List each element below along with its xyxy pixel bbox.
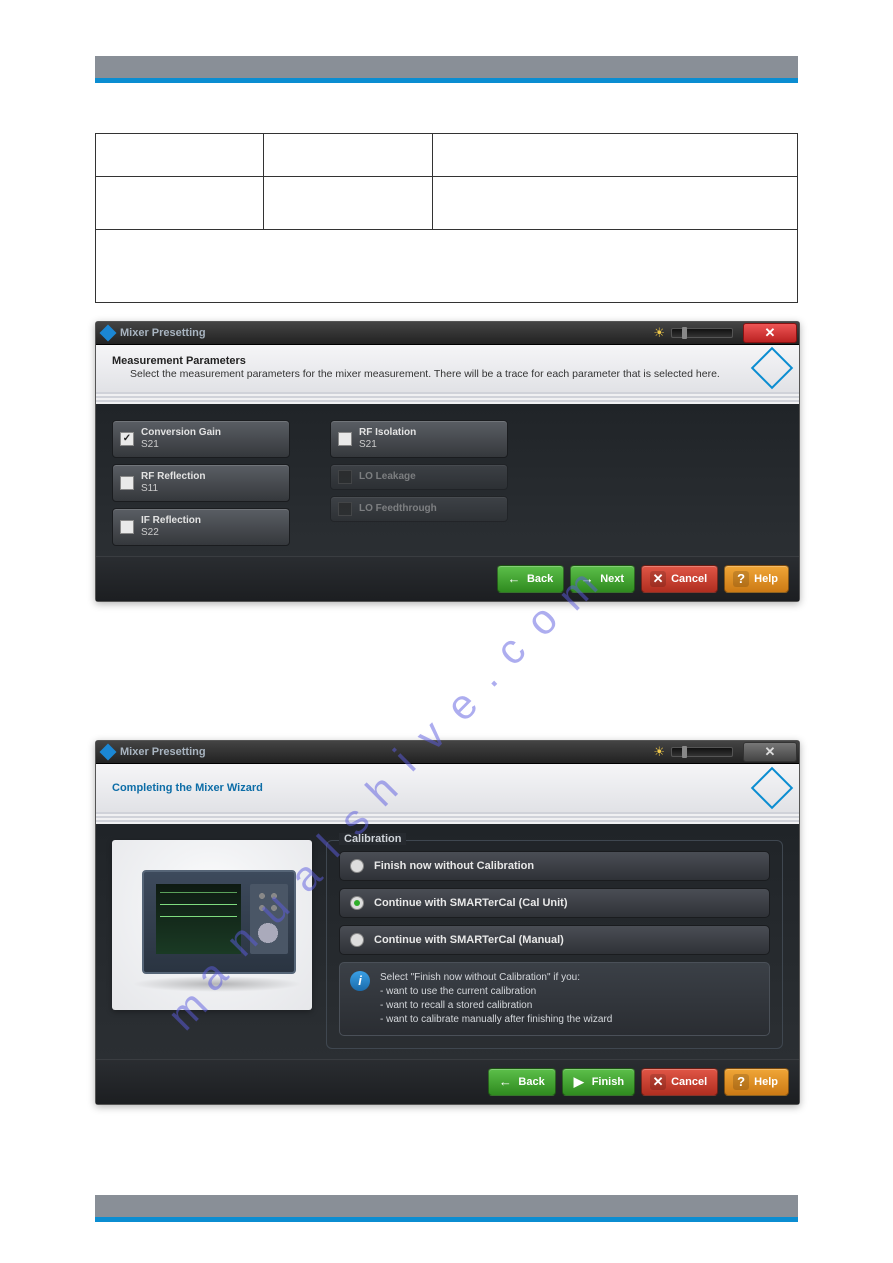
arrow-left-icon: ← <box>506 571 522 587</box>
cancel-button[interactable]: ✕ Cancel <box>641 565 718 593</box>
cancel-icon: ✕ <box>650 1074 666 1090</box>
param-sublabel: S21 <box>141 439 281 451</box>
close-icon: ✕ <box>765 744 776 760</box>
param-label: RF Isolation <box>359 427 499 439</box>
group-legend: Calibration <box>339 833 406 845</box>
mixer-presetting-dialog-1: Mixer Presetting ☀ ✕ Measurement Paramet… <box>95 321 800 602</box>
cancel-button[interactable]: ✕ Cancel <box>641 1068 718 1096</box>
param-toggle[interactable]: ✓ Conversion GainS21 <box>112 420 290 458</box>
dialog-body: ✓Conversion GainS21RF ReflectionS11IF Re… <box>96 404 799 556</box>
header-stripes <box>96 392 799 404</box>
close-button[interactable]: ✕ <box>743 323 797 343</box>
dialog-title: Mixer Presetting <box>120 327 206 339</box>
mixer-presetting-dialog-2: Mixer Presetting ☀ ✕ Completing the Mixe… <box>95 740 800 1105</box>
info-text: Select "Finish now without Calibration" … <box>380 971 612 1027</box>
option-label: Continue with SMARTerCal (Cal Unit) <box>374 897 568 909</box>
param-toggle[interactable]: RF IsolationS21 <box>330 420 508 458</box>
brightness-icon: ☀ <box>653 744 665 760</box>
arrow-left-icon: ← <box>497 1074 513 1090</box>
dialog-titlebar: Mixer Presetting ☀ ✕ <box>96 322 799 345</box>
header-stripes <box>96 812 799 824</box>
dialog-title: Mixer Presetting <box>120 746 206 758</box>
param-toggle: LO Leakage <box>330 464 508 490</box>
dialog-body: Calibration Finish now without Calibrati… <box>96 824 799 1059</box>
header-bar <box>95 56 798 78</box>
info-icon: i <box>350 971 370 991</box>
radio[interactable] <box>350 859 364 873</box>
brightness-slider[interactable] <box>671 747 733 757</box>
next-button[interactable]: → Next <box>570 565 635 593</box>
param-label: LO Feedthrough <box>359 503 499 515</box>
cancel-label: Cancel <box>671 1076 707 1088</box>
rs-logo <box>757 773 787 803</box>
param-toggle[interactable]: IF ReflectionS22 <box>112 508 290 546</box>
header-heading: Measurement Parameters <box>112 355 783 367</box>
dialog-footer: ← Back ▶ Finish ✕ Cancel ? Help <box>96 1059 799 1104</box>
param-label: LO Leakage <box>359 471 499 483</box>
checkbox[interactable] <box>120 476 134 490</box>
param-toggle: LO Feedthrough <box>330 496 508 522</box>
option-label: Continue with SMARTerCal (Manual) <box>374 934 564 946</box>
back-button[interactable]: ← Back <box>497 565 564 593</box>
checkbox[interactable] <box>120 520 134 534</box>
layout-table <box>95 133 798 303</box>
info-item: - want to use the current calibration <box>380 985 612 999</box>
finish-label: Finish <box>592 1076 624 1088</box>
brightness-slider[interactable] <box>671 328 733 338</box>
info-item: - want to recall a stored calibration <box>380 999 612 1013</box>
checkbox[interactable] <box>338 432 352 446</box>
footer-bar <box>95 1195 798 1217</box>
arrow-right-icon: → <box>579 571 595 587</box>
app-icon <box>100 325 117 342</box>
dialog-header: Completing the Mixer Wizard <box>96 764 799 812</box>
calibration-group: Calibration Finish now without Calibrati… <box>326 840 783 1049</box>
back-button[interactable]: ← Back <box>488 1068 555 1096</box>
param-sublabel: S11 <box>141 483 281 495</box>
param-toggle[interactable]: RF ReflectionS11 <box>112 464 290 502</box>
calibration-option[interactable]: Continue with SMARTerCal (Cal Unit) <box>339 888 770 918</box>
option-label: Finish now without Calibration <box>374 860 534 872</box>
calibration-option[interactable]: Finish now without Calibration <box>339 851 770 881</box>
help-label: Help <box>754 1076 778 1088</box>
param-label: RF Reflection <box>141 471 281 483</box>
help-button[interactable]: ? Help <box>724 1068 789 1096</box>
info-lead: Select "Finish now without Calibration" … <box>380 971 612 985</box>
calibration-option[interactable]: Continue with SMARTerCal (Manual) <box>339 925 770 955</box>
param-label: IF Reflection <box>141 515 281 527</box>
close-icon: ✕ <box>765 325 776 341</box>
info-panel: i Select "Finish now without Calibration… <box>339 962 770 1036</box>
app-icon <box>100 743 117 760</box>
dialog-header: Measurement Parameters Select the measur… <box>96 345 799 392</box>
radio[interactable] <box>350 933 364 947</box>
next-label: Next <box>600 573 624 585</box>
close-button[interactable]: ✕ <box>743 742 797 762</box>
back-label: Back <box>527 573 553 585</box>
param-label: Conversion Gain <box>141 427 281 439</box>
info-item: - want to calibrate manually after finis… <box>380 1013 612 1027</box>
help-icon: ? <box>733 571 749 587</box>
dialog-titlebar: Mixer Presetting ☀ ✕ <box>96 741 799 764</box>
header-heading: Completing the Mixer Wizard <box>112 782 783 794</box>
checkbox <box>338 470 352 484</box>
checkbox[interactable]: ✓ <box>120 432 134 446</box>
header-subtext: Select the measurement parameters for th… <box>130 367 783 382</box>
dialog-footer: ← Back → Next ✕ Cancel ? Help <box>96 556 799 601</box>
back-label: Back <box>518 1076 544 1088</box>
footer-accent <box>95 1217 798 1222</box>
help-button[interactable]: ? Help <box>724 565 789 593</box>
help-label: Help <box>754 573 778 585</box>
finish-button[interactable]: ▶ Finish <box>562 1068 635 1096</box>
checkbox <box>338 502 352 516</box>
play-icon: ▶ <box>571 1074 587 1090</box>
device-image <box>112 840 312 1010</box>
cancel-icon: ✕ <box>650 571 666 587</box>
rs-logo <box>757 353 787 383</box>
param-sublabel: S22 <box>141 527 281 539</box>
param-sublabel: S21 <box>359 439 499 451</box>
radio[interactable] <box>350 896 364 910</box>
brightness-icon: ☀ <box>653 325 665 341</box>
cancel-label: Cancel <box>671 573 707 585</box>
help-icon: ? <box>733 1074 749 1090</box>
